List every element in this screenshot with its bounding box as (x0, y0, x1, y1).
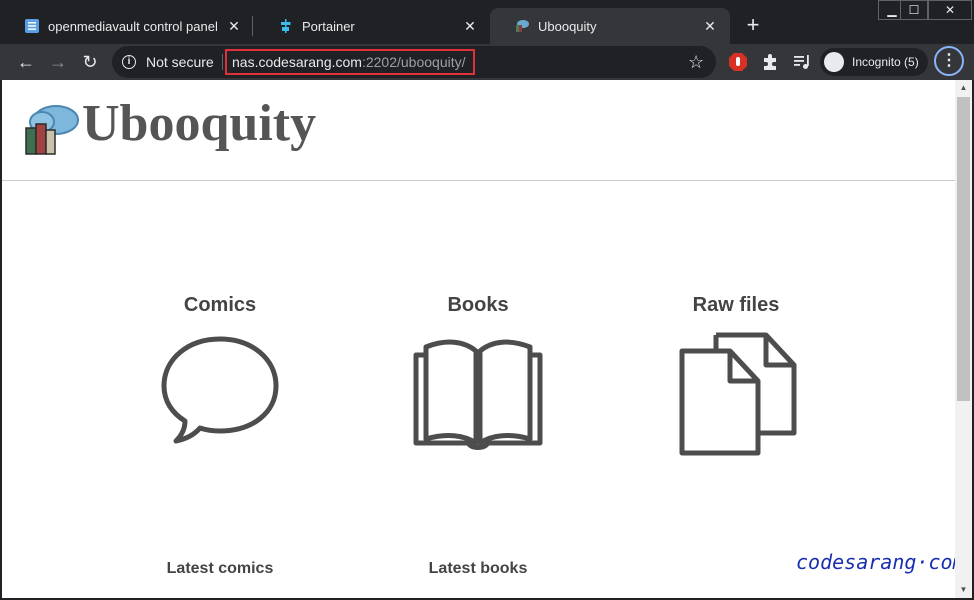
forward-arrow-icon[interactable]: → (44, 48, 72, 76)
reload-icon[interactable]: ↻ (76, 48, 104, 76)
browser-toolbar: ← → ↻ i Not secure nas.codesarang.com:22… (0, 44, 974, 80)
info-icon[interactable]: i (122, 55, 136, 69)
tab-ubooquity[interactable]: Ubooquity ✕ (490, 8, 730, 44)
tab-portainer[interactable]: Portainer ✕ (254, 8, 490, 44)
bookmark-star-icon[interactable]: ☆ (688, 51, 704, 73)
portainer-favicon-icon (281, 19, 291, 33)
tab-divider (252, 16, 253, 36)
ubooquity-logo-icon (25, 105, 79, 155)
tab-openmediavault[interactable]: openmediavault control panel - ✕ (0, 8, 254, 44)
section-title[interactable]: Comics (120, 294, 320, 317)
tab-close-icon[interactable]: ✕ (462, 18, 478, 34)
openmediavault-favicon-icon (25, 19, 39, 33)
brand-title: Ubooquity (82, 95, 317, 152)
scroll-up-arrow-icon[interactable]: ▲ (955, 80, 972, 96)
ubooquity-favicon-icon (516, 20, 529, 32)
url-field[interactable]: nas.codesarang.com:2202/ubooquity/ (225, 49, 475, 75)
section-comics[interactable]: Comics (120, 294, 320, 447)
extensions-puzzle-icon[interactable] (760, 52, 780, 72)
media-queue-icon[interactable] (792, 52, 812, 72)
profile-label: Incognito (5) (852, 55, 919, 69)
security-label[interactable]: Not secure (146, 54, 214, 70)
close-window-button[interactable]: ✕ (928, 0, 972, 20)
tab-label: openmediavault control panel - (48, 18, 220, 34)
url-path: :2202/ubooquity/ (361, 54, 466, 70)
omnibox-divider (222, 54, 223, 70)
vertical-scrollbar[interactable]: ▲ ▼ (955, 80, 972, 598)
incognito-icon (824, 52, 844, 72)
open-book-icon[interactable] (412, 331, 544, 455)
new-tab-button[interactable]: + (740, 13, 766, 39)
watermark: codesarang·com (796, 550, 965, 574)
tab-label: Portainer (302, 18, 355, 34)
files-icon[interactable] (674, 331, 798, 457)
scroll-thumb[interactable] (957, 97, 970, 401)
scroll-down-arrow-icon[interactable]: ▼ (955, 582, 972, 598)
tab-close-icon[interactable]: ✕ (226, 18, 242, 34)
tab-strip: openmediavault control panel - ✕ Portain… (0, 0, 974, 44)
adblock-extension-icon[interactable] (728, 52, 748, 72)
tab-close-icon[interactable]: ✕ (702, 18, 718, 34)
incognito-profile-button[interactable]: Incognito (5) (820, 48, 928, 76)
section-raw-files[interactable]: Raw files (636, 294, 836, 457)
back-arrow-icon[interactable]: ← (12, 48, 40, 76)
maximize-button[interactable]: ☐ (900, 0, 928, 20)
site-header: Ubooquity (2, 80, 955, 181)
section-title[interactable]: Books (378, 294, 578, 317)
latest-books-heading: Latest books (428, 560, 528, 577)
address-bar[interactable]: i Not secure nas.codesarang.com:2202/ubo… (112, 46, 716, 78)
speech-bubble-icon[interactable] (158, 331, 282, 447)
url-host: nas.codesarang.com (232, 54, 362, 70)
browser-menu-icon[interactable]: ⋮ (934, 46, 964, 76)
section-books[interactable]: Books (378, 294, 578, 455)
browser-window: openmediavault control panel - ✕ Portain… (0, 0, 974, 600)
latest-comics-heading: Latest comics (166, 560, 274, 577)
tab-label: Ubooquity (538, 18, 597, 34)
page-viewport: Ubooquity Comics Books Raw files Latest … (2, 80, 972, 598)
section-title[interactable]: Raw files (636, 294, 836, 317)
